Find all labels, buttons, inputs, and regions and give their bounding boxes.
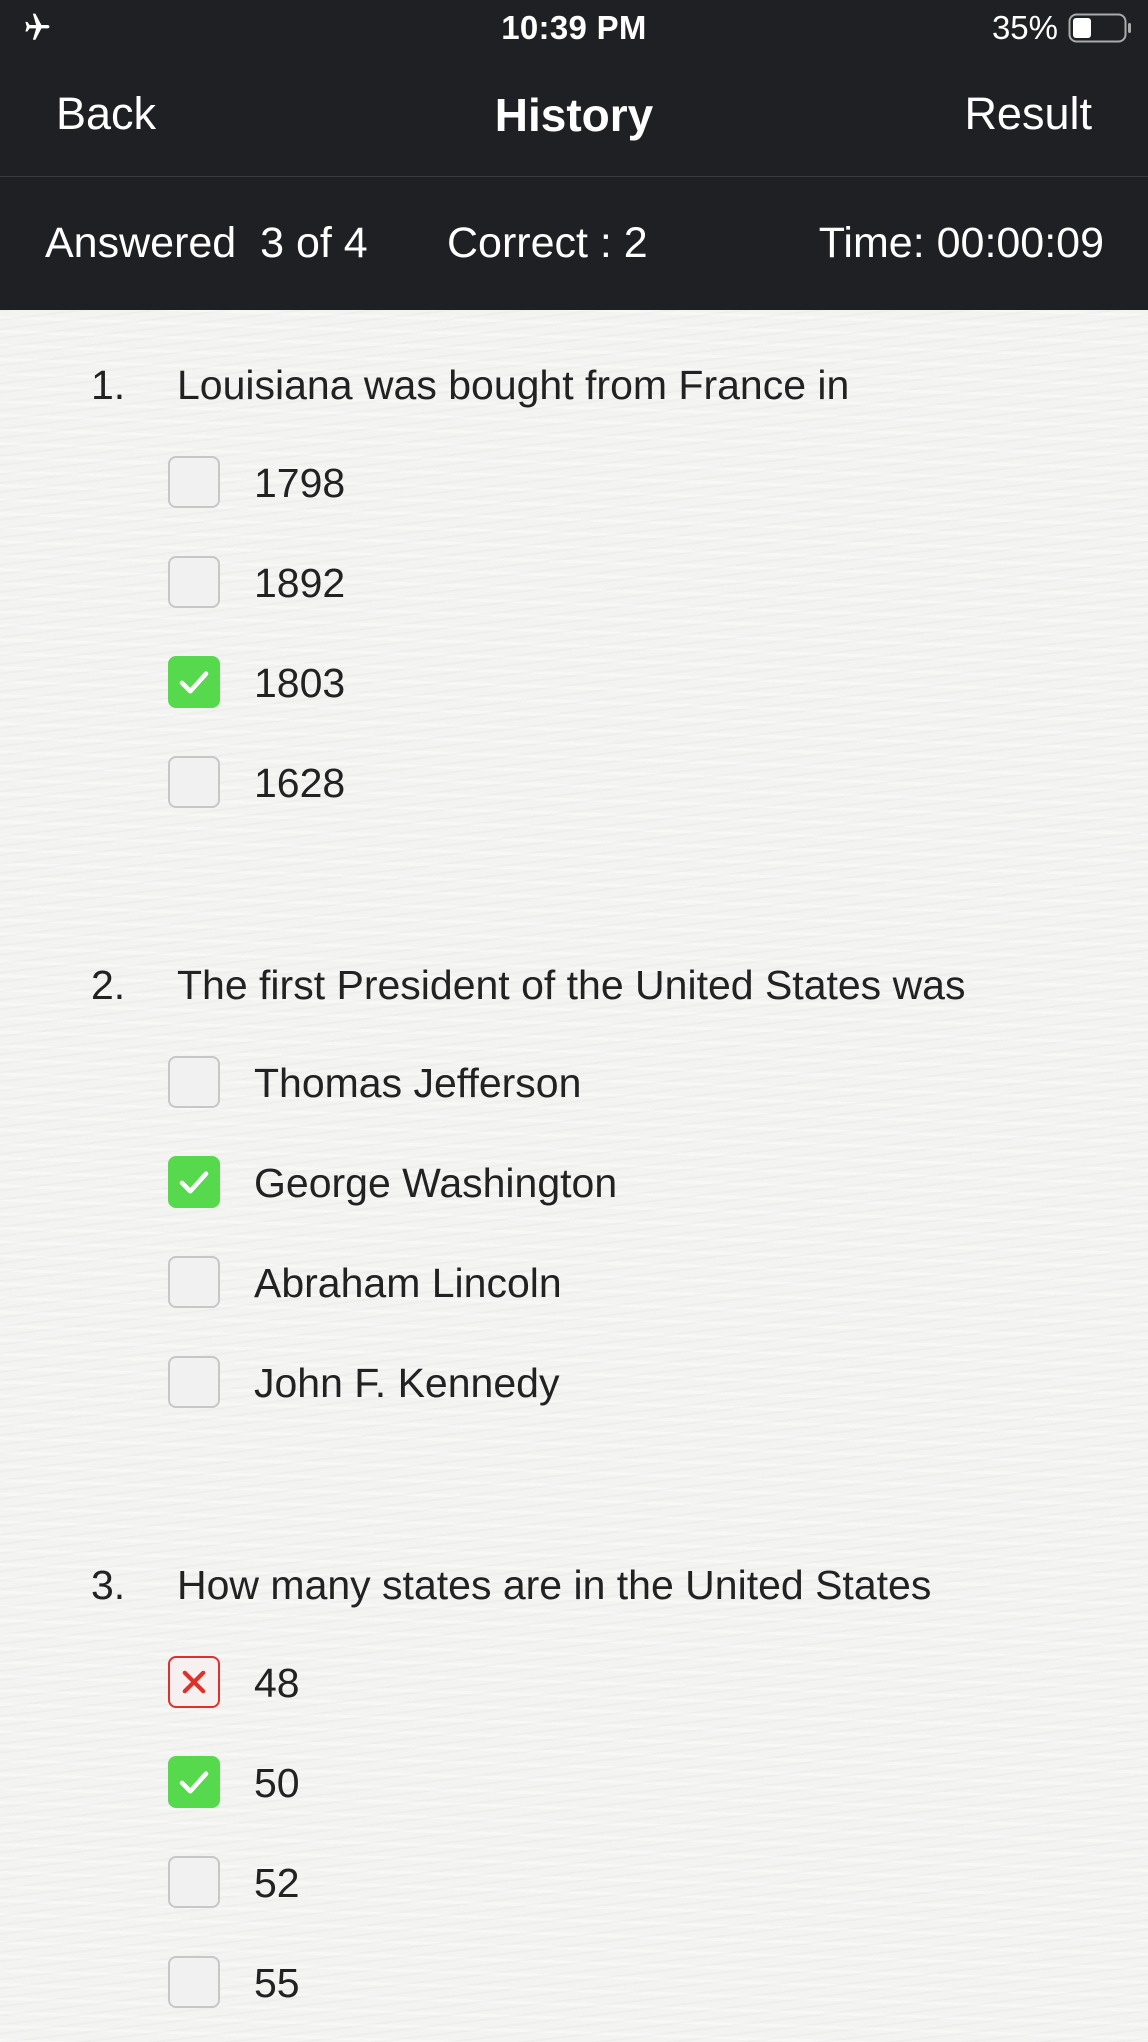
answer-checkbox[interactable] xyxy=(168,1756,220,1808)
answer-option[interactable]: George Washington xyxy=(168,1156,868,1212)
answer-label: 48 xyxy=(254,1660,300,1706)
answer-option[interactable]: 48 xyxy=(168,1656,868,1712)
answer-checkbox[interactable] xyxy=(168,1656,220,1708)
answer-option[interactable]: John F. Kennedy xyxy=(168,1356,868,1412)
answer-checkbox[interactable] xyxy=(168,1156,220,1208)
question-text: How many states are in the United States xyxy=(177,1562,932,1608)
answer-option[interactable]: 55 xyxy=(168,1956,868,2012)
answer-option[interactable]: 1803 xyxy=(168,656,868,712)
quiz-summary-bar: Answered 3 of 4 Correct : 2 Time: 00:00:… xyxy=(0,177,1148,310)
checkmark-icon xyxy=(179,1771,209,1794)
answer-label: 1798 xyxy=(254,460,346,506)
result-button[interactable]: Result xyxy=(964,88,1092,140)
battery-icon xyxy=(1068,13,1131,43)
answer-option[interactable]: Abraham Lincoln xyxy=(168,1256,868,1312)
answer-option[interactable]: 52 xyxy=(168,1856,868,1912)
checkmark-icon xyxy=(179,671,209,694)
answer-checkbox[interactable] xyxy=(168,556,220,608)
answer-checkbox[interactable] xyxy=(168,1056,220,1108)
answer-label: 1892 xyxy=(254,560,346,606)
answer-checkbox[interactable] xyxy=(168,656,220,708)
answer-label: Abraham Lincoln xyxy=(254,1260,562,1306)
question-number: 1. xyxy=(91,362,126,408)
checkmark-icon xyxy=(179,1171,209,1194)
back-button[interactable]: Back xyxy=(56,88,156,140)
battery-percent: 35% xyxy=(991,9,1058,46)
question-text: The first President of the United States… xyxy=(177,962,966,1008)
answer-label: 1628 xyxy=(254,760,346,806)
answer-label: 50 xyxy=(254,1760,300,1806)
answer-label: 55 xyxy=(254,1960,300,2006)
answer-option[interactable]: 1892 xyxy=(168,556,868,612)
answered-count: Answered 3 of 4 xyxy=(45,219,368,267)
answer-label: 1803 xyxy=(254,660,346,706)
answer-checkbox[interactable] xyxy=(168,1356,220,1408)
clock-time: 10:39 PM xyxy=(501,9,647,46)
status-bar: 10:39 PM 35% xyxy=(0,0,1148,58)
answer-checkbox[interactable] xyxy=(168,456,220,508)
cross-icon xyxy=(182,1670,206,1694)
answer-option[interactable]: 1798 xyxy=(168,456,868,512)
elapsed-time: Time: 00:00:09 xyxy=(818,219,1104,267)
nav-bar: Back History Result xyxy=(0,58,1148,177)
answer-label: John F. Kennedy xyxy=(254,1360,560,1406)
answer-label: 52 xyxy=(254,1860,300,1906)
question-text: Louisiana was bought from France in xyxy=(177,362,850,408)
answer-option[interactable]: Thomas Jefferson xyxy=(168,1056,868,1112)
answer-option[interactable]: 50 xyxy=(168,1756,868,1812)
answer-option[interactable]: 1628 xyxy=(168,756,868,812)
answer-checkbox[interactable] xyxy=(168,1956,220,2008)
question-number: 2. xyxy=(91,962,126,1008)
question-list: 1. Louisiana was bought from France in 1… xyxy=(0,310,1148,2042)
answer-checkbox[interactable] xyxy=(168,1856,220,1908)
answer-checkbox[interactable] xyxy=(168,756,220,808)
correct-count: Correct : 2 xyxy=(447,219,648,267)
answer-checkbox[interactable] xyxy=(168,1256,220,1308)
answer-label: Thomas Jefferson xyxy=(254,1060,582,1106)
question-number: 3. xyxy=(91,1562,126,1608)
answer-label: George Washington xyxy=(254,1160,618,1206)
